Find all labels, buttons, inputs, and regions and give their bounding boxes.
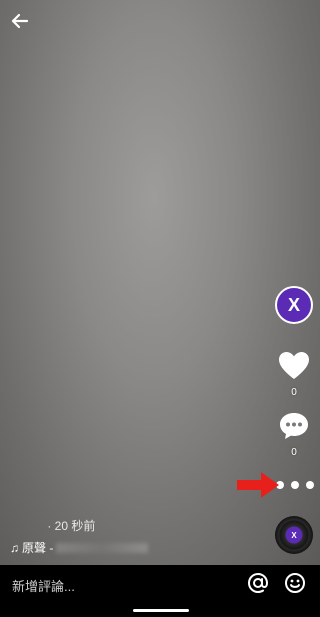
heart-icon	[279, 352, 309, 379]
sound-link[interactable]: ♫ 原聲 -	[10, 539, 149, 556]
emoji-icon	[285, 573, 305, 593]
at-icon	[247, 572, 269, 594]
comment-count: 0	[291, 447, 297, 458]
comment-input[interactable]: 新增評論...	[12, 576, 75, 595]
comment-icon	[280, 413, 308, 439]
more-options-button[interactable]	[276, 477, 314, 493]
like-button[interactable]: 0	[277, 351, 311, 399]
more-dots-icon	[306, 481, 314, 489]
post-time: · 20 秒前	[47, 519, 96, 533]
sound-label: 原聲 -	[22, 541, 54, 555]
home-indicator[interactable]	[133, 609, 189, 612]
sound-disc-button[interactable]: X	[275, 516, 313, 554]
sound-name-redacted	[56, 542, 149, 553]
more-dots-icon	[291, 481, 299, 489]
music-note-icon: ♫	[10, 540, 19, 555]
emoji-button[interactable]	[283, 571, 307, 595]
red-arrow-icon	[237, 472, 279, 498]
username-redacted[interactable]	[10, 522, 44, 532]
creator-avatar[interactable]: X	[275, 286, 313, 324]
mention-button[interactable]	[246, 571, 270, 595]
post-meta: · 20 秒前	[10, 517, 95, 534]
comment-button[interactable]: 0	[277, 411, 311, 459]
comment-bar: 新增評論...	[0, 565, 320, 617]
back-button[interactable]	[8, 9, 32, 33]
like-count: 0	[291, 387, 297, 398]
arrow-left-icon	[11, 13, 29, 29]
